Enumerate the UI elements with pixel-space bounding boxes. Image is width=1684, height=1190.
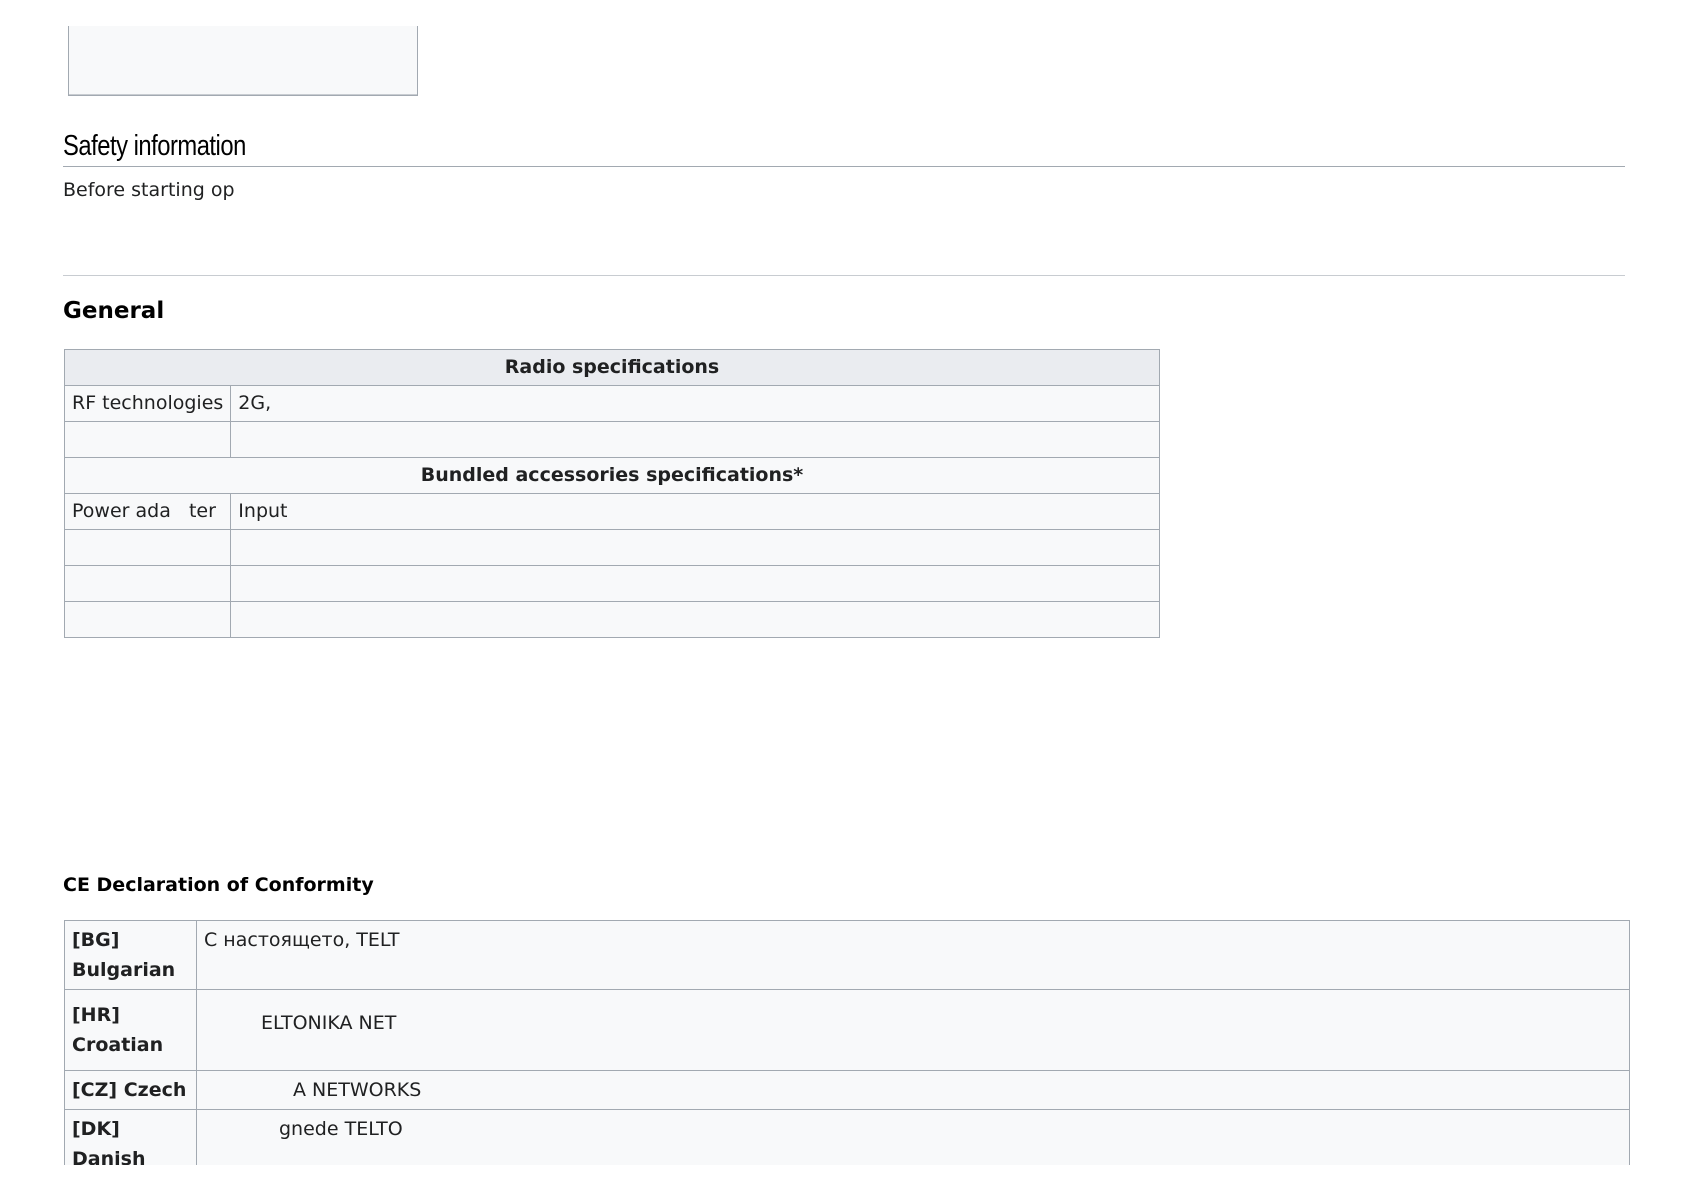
ce-declaration-table: [BG] Bulgarian С настоящето, TELT [HR] C… [64,920,1630,1190]
safety-information-heading: Safety information [63,126,1625,167]
table-row [63,601,1160,638]
table-header-row: Bundled accessories specifications* [64,457,1160,494]
general-heading: General [63,298,165,324]
declaration-text-croatian: ELTONIKA NET [196,989,1630,1071]
table-cell [63,529,232,566]
table-cell [230,565,1160,602]
language-label-bulgarian: [BG] Bulgarian [64,920,197,990]
power-adapter-label-text: Power ada ter [72,500,216,522]
image-placeholder [68,26,418,96]
table-row: [HR] Croatian ELTONIKA NET [64,989,1630,1071]
radio-specifications-table: Radio specifications RF technologies 2G,… [63,349,1160,638]
table-cell [230,601,1160,638]
table-row [63,565,1160,602]
language-label-croatian: [HR] Croatian [64,989,197,1071]
document-page: Safety information Before starting op Ge… [0,0,1684,1190]
power-adapter-value: Input [230,493,1160,530]
language-label-czech: [CZ] Czech [64,1070,197,1110]
table-cell [63,601,232,638]
table-row [63,421,1160,458]
table-cell [230,529,1160,566]
declaration-text-czech: A NETWORKS [196,1070,1630,1110]
table-cell [63,421,232,458]
table-header-row: Radio specifications [64,349,1160,386]
bundled-accessories-header: Bundled accessories specifications* [64,457,1160,494]
ce-declaration-heading: CE Declaration of Conformity [63,874,374,896]
table-row: RF technologies 2G, [63,385,1160,422]
table-row: [CZ] Czech A NETWORKS [64,1070,1630,1110]
power-adapter-label: Power ada ter [63,493,232,530]
safety-intro-text: Before starting op [63,179,235,201]
table-cell [230,421,1160,458]
rf-technologies-label: RF technologies [63,385,232,422]
page-bottom-margin [0,1165,1684,1190]
table-row: Power ada ter Input [63,493,1160,530]
rf-technologies-value: 2G, [230,385,1160,422]
table-row: [BG] Bulgarian С настоящето, TELT [64,920,1630,990]
section-divider [63,275,1625,276]
table-cell [63,565,232,602]
declaration-text-bulgarian: С настоящето, TELT [196,920,1630,990]
radio-specifications-header: Radio specifications [64,349,1160,386]
table-row [63,529,1160,566]
